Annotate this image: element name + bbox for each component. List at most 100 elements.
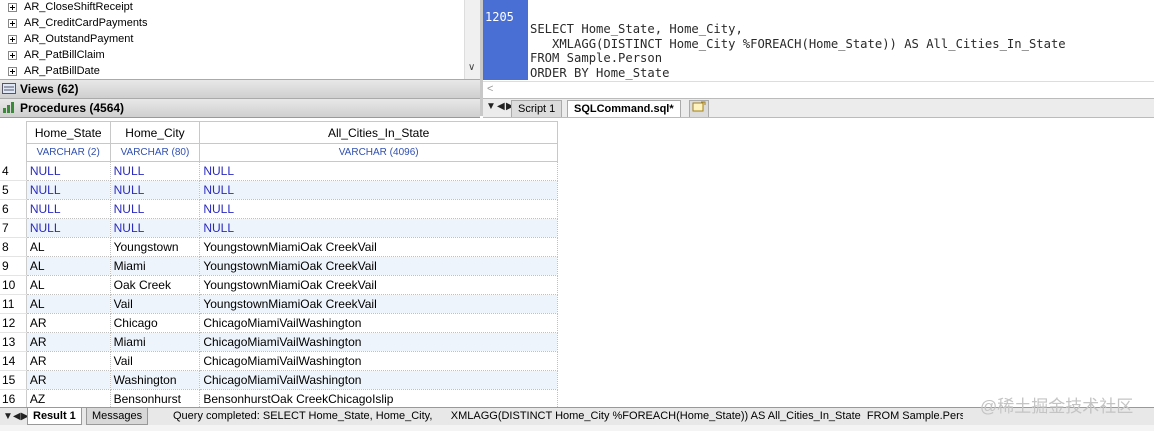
table-cell[interactable]: NULL [199,218,558,238]
table-cell[interactable]: Miami [109,256,201,276]
tab-sqlcommand[interactable]: SQLCommand.sql* [567,100,681,117]
column-header[interactable]: All_Cities_In_State [199,121,558,144]
table-cell[interactable]: AL [25,256,111,276]
status-text: Query completed: SELECT Home_State, Home… [173,410,963,422]
table-row[interactable]: 13 AR Miami ChicagoMiamiVailWashington [0,332,558,352]
row-number: 15 [0,370,27,390]
table-cell[interactable]: ChicagoMiamiVailWashington [199,351,558,371]
table-cell[interactable]: Oak Creek [109,275,201,295]
results-bar: ▼ ◀ ▶ Result 1 Messages Query completed:… [0,398,1154,426]
table-row[interactable]: 5 NULL NULL NULL [0,180,558,200]
column-header[interactable]: Home_State [25,121,111,144]
expand-icon[interactable] [8,19,17,28]
table-cell[interactable]: Vail [109,351,201,371]
chevron-left-icon[interactable]: < [487,83,493,95]
row-number: 13 [0,332,27,352]
table-cell[interactable]: NULL [109,161,201,181]
table-cell[interactable]: NULL [25,199,111,219]
column-type: VARCHAR (80) [109,143,201,162]
row-number-header [0,121,27,144]
row-number: 9 [0,256,27,276]
table-cell[interactable]: YoungstownMiamiOak CreekVail [199,294,558,314]
table-cell[interactable]: Chicago [109,313,201,333]
table-row[interactable]: 12 AR Chicago ChicagoMiamiVailWashington [0,313,558,333]
table-cell[interactable]: AR [25,313,111,333]
table-row[interactable]: 7 NULL NULL NULL [0,218,558,238]
grid-header-row: Home_State Home_City All_Cities_In_State [0,121,558,144]
column-header[interactable]: Home_City [109,121,201,144]
table-row[interactable]: 6 NULL NULL NULL [0,199,558,219]
table-cell[interactable]: ChicagoMiamiVailWashington [199,370,558,390]
table-cell[interactable]: Bensonhurst [109,389,201,408]
column-type-row: VARCHAR (2) VARCHAR (80) VARCHAR (4096) [0,143,558,162]
procedures-group[interactable]: Procedures (4564) [0,98,480,118]
table-cell[interactable]: ChicagoMiamiVailWashington [199,313,558,333]
watermark: @稀土掘金技术社区 [980,397,1134,416]
table-row[interactable]: 10 AL Oak Creek YoungstownMiamiOak CreekVai… [0,275,558,295]
table-cell[interactable]: AR [25,370,111,390]
table-row[interactable]: 16 AZ Bensonhurst BensonhurstOak CreekChica… [0,389,558,408]
table-cell[interactable]: Youngstown [109,237,201,257]
table-row[interactable]: 15 AR Washington ChicagoMiamiVailWashington [0,370,558,390]
row-number: 10 [0,275,27,295]
column-type: VARCHAR (2) [25,143,111,162]
table-cell[interactable]: AR [25,332,111,352]
table-cell[interactable]: Miami [109,332,201,352]
table-cell[interactable]: Vail [109,294,201,314]
tab-messages[interactable]: Messages [86,408,149,425]
row-number: 14 [0,351,27,371]
table-cell[interactable]: NULL [25,218,111,238]
table-cell[interactable]: BensonhurstOak CreekChicagoIslip [199,389,558,408]
sql-code[interactable]: SELECT Home_State, Home_City, XMLAGG(DIS… [530,22,1066,80]
row-number: 11 [0,294,27,314]
table-row[interactable]: 4 NULL NULL NULL [0,161,558,181]
table-cell[interactable]: YoungstownMiamiOak CreekVail [199,256,558,276]
tree-scrollbar[interactable]: ∨ [464,0,480,79]
table-cell[interactable]: ChicagoMiamiVailWashington [199,332,558,352]
table-cell[interactable]: NULL [109,199,201,219]
table-row[interactable]: 8 AL Youngstown YoungstownMiamiOak CreekVai… [0,237,558,257]
table-cell[interactable]: Washington [109,370,201,390]
tab-prev-icon[interactable]: ◀ [497,101,505,112]
table-cell[interactable]: AL [25,237,111,257]
table-cell[interactable]: NULL [199,199,558,219]
results-menu-icon[interactable]: ▼ [3,408,13,425]
row-number: 4 [0,161,27,181]
table-row[interactable]: 14 AR Vail ChicagoMiamiVailWashington [0,351,558,371]
tab-script-1[interactable]: Script 1 [511,100,563,117]
column-type: VARCHAR (4096) [199,143,558,162]
row-number: 12 [0,313,27,333]
tab-menu-icon[interactable]: ▼ [486,101,496,112]
chevron-down-icon[interactable]: ∨ [468,62,475,73]
table-cell[interactable]: AZ [25,389,111,408]
result-grid: Home_State Home_City All_Cities_In_State… [0,121,558,408]
table-cell[interactable]: AR [25,351,111,371]
row-number: 7 [0,218,27,238]
table-cell[interactable]: NULL [25,180,111,200]
new-tab-button[interactable] [689,100,709,117]
table-cell[interactable]: YoungstownMiamiOak CreekVail [199,237,558,257]
sql-editor[interactable]: 1205 SELECT Home_State, Home_City, XMLAG… [483,0,1154,80]
table-cell[interactable]: AL [25,294,111,314]
table-cell[interactable]: NULL [109,180,201,200]
table-row[interactable]: 9 AL Miami YoungstownMiamiOak CreekVail [0,256,558,276]
expand-icon[interactable] [8,51,17,60]
results-prev-icon[interactable]: ◀ [13,408,21,425]
procedures-icon [3,102,14,113]
table-cell[interactable]: NULL [25,161,111,181]
row-number: 5 [0,180,27,200]
editor-tabbar: ▼ ◀ ▶ Script 1 SQLCommand.sql* [483,98,1154,118]
expand-icon[interactable] [8,3,17,12]
editor-hscrollbar[interactable]: < [483,81,1154,99]
expand-icon[interactable] [8,35,17,44]
views-group[interactable]: Views (62) [0,79,480,99]
table-row[interactable]: 11 AL Vail YoungstownMiamiOak CreekVail [0,294,558,314]
table-cell[interactable]: AL [25,275,111,295]
table-cell[interactable]: NULL [199,161,558,181]
table-cell[interactable]: NULL [199,180,558,200]
tab-result-1[interactable]: Result 1 [27,408,82,425]
expand-icon[interactable] [8,67,17,76]
status-strip [0,425,1154,431]
table-cell[interactable]: NULL [109,218,201,238]
table-cell[interactable]: YoungstownMiamiOak CreekVail [199,275,558,295]
